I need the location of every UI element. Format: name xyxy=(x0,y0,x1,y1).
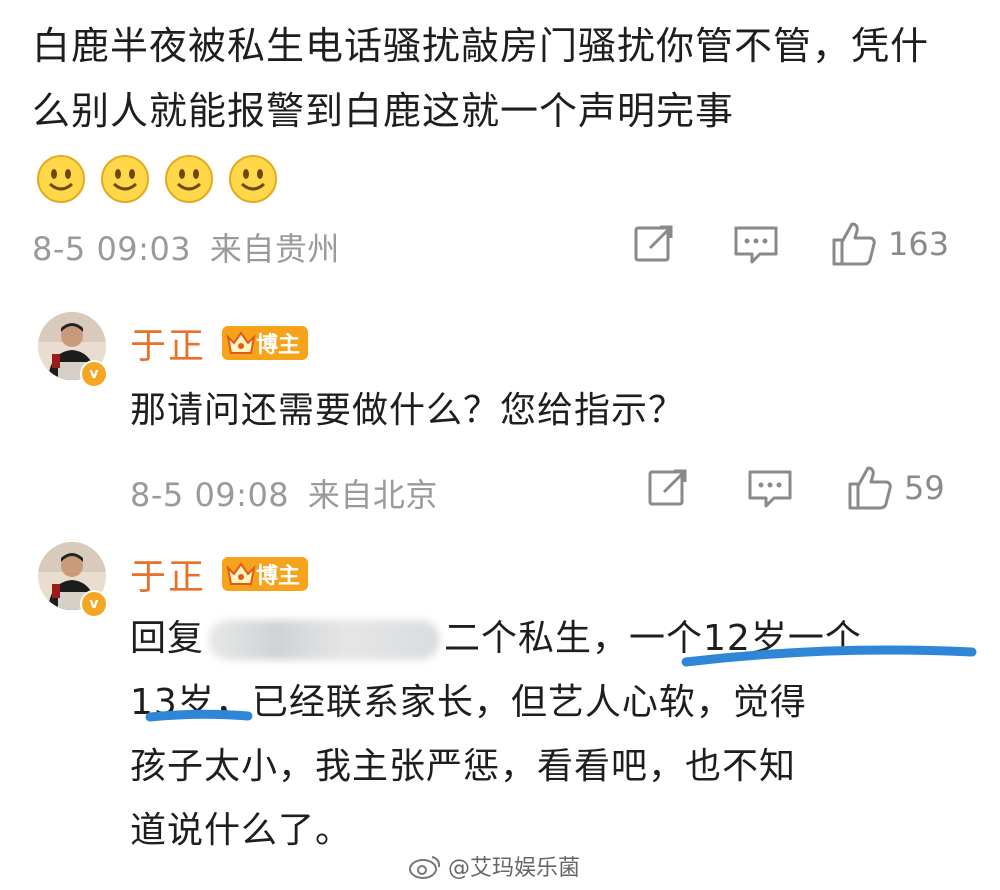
watermark: @艾玛娱乐菌 xyxy=(408,850,580,882)
highlight-underlines xyxy=(145,645,977,722)
underline-2 xyxy=(145,709,253,722)
underline-1 xyxy=(681,645,977,667)
weibo-logo-icon xyxy=(409,856,441,879)
watermark-text: @艾玛娱乐菌 xyxy=(448,856,581,881)
